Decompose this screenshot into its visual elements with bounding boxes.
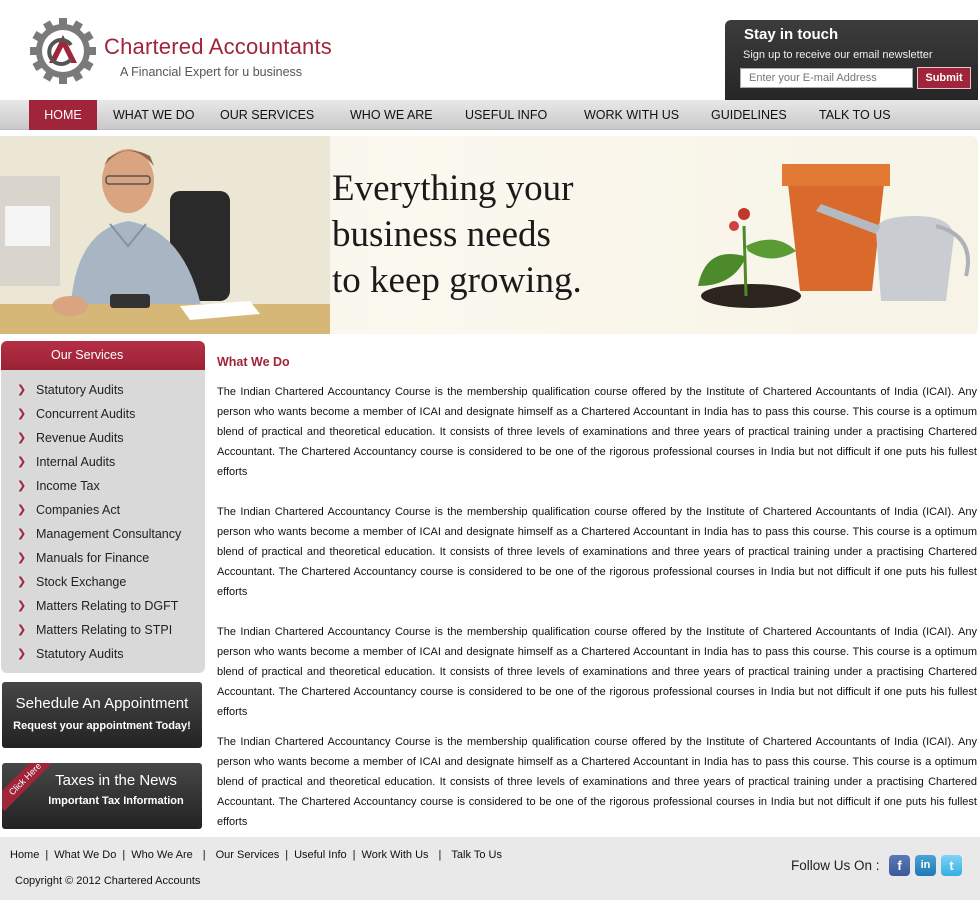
service-label: Management Consultancy [36, 527, 182, 541]
service-label: Manuals for Finance [36, 551, 150, 565]
brand-title: Chartered Accountants [104, 34, 333, 59]
main-nav: HOME WHAT WE DO OUR SERVICES WHO WE ARE … [0, 100, 980, 130]
logo[interactable]: Chartered Accountants A Financial Expert… [30, 18, 370, 88]
footer-separator: | [45, 849, 49, 861]
banner-line-3: to keep growing. [332, 260, 582, 301]
footer-separator: | [202, 849, 206, 861]
chevron-right-icon: ❯ [17, 432, 27, 444]
footer-links: Home | What We Do | Who We Are | Our Services |… [10, 849, 502, 861]
services-list: ❯ Statutory Audits ❯ Concurrent Audits ❯ Re… [1, 370, 205, 666]
tax-news-title: Taxes in the News [55, 772, 177, 789]
service-label: Companies Act [36, 503, 121, 517]
chevron-right-icon: ❯ [17, 576, 27, 588]
service-item[interactable]: ❯ Income Tax [1, 474, 205, 498]
content-paragraph: The Indian Chartered Accountancy Course … [217, 506, 977, 598]
gear-logo-icon [30, 18, 96, 84]
service-item[interactable]: ❯ Matters Relating to STPI [1, 618, 205, 642]
tax-news-button[interactable]: Click Here Taxes in the News Important T… [2, 763, 202, 829]
service-item[interactable]: ❯ Internal Audits [1, 450, 205, 474]
twitter-icon[interactable]: t [941, 855, 962, 876]
chevron-right-icon: ❯ [17, 504, 27, 516]
footer-link-home[interactable]: Home [10, 849, 39, 861]
service-item[interactable]: ❯ Manuals for Finance [1, 546, 205, 570]
service-label: Income Tax [36, 479, 100, 493]
footer-link-what-we-do[interactable]: What We Do [54, 849, 116, 861]
footer-link-useful-info[interactable]: Useful Info [294, 849, 347, 861]
footer-link-work-with-us[interactable]: Work With Us [362, 849, 429, 861]
service-label: Stock Exchange [36, 575, 127, 589]
nav-item-our-services[interactable]: OUR SERVICES [220, 100, 314, 130]
page-title: What We Do [217, 355, 290, 369]
hero-banner: Everything your business needs to keep g… [0, 136, 978, 334]
footer-separator: | [285, 849, 289, 861]
main-content: What We Do The Indian Chartered Accounta… [217, 355, 977, 828]
site-header: Chartered Accountants A Financial Expert… [0, 0, 980, 100]
service-item[interactable]: ❯ Stock Exchange [1, 570, 205, 594]
service-label: Internal Audits [36, 455, 116, 469]
nav-item-home[interactable]: HOME [29, 100, 97, 130]
appointment-button[interactable]: Sehedule An Appointment Request your app… [2, 682, 202, 748]
service-item[interactable]: ❯ Revenue Audits [1, 426, 205, 450]
follow-us-label: Follow Us On : [791, 858, 880, 873]
plant-and-pots-image [698, 164, 970, 308]
service-label: Matters Relating to STPI [36, 623, 173, 637]
chevron-right-icon: ❯ [17, 648, 27, 660]
banner-line-2: business needs [332, 214, 551, 255]
footer-link-who-we-are[interactable]: Who We Are [131, 849, 193, 861]
nav-item-guidelines[interactable]: GUIDELINES [711, 100, 787, 130]
service-label: Matters Relating to DGFT [36, 599, 179, 613]
chevron-right-icon: ❯ [17, 456, 27, 468]
service-label: Concurrent Audits [36, 407, 136, 421]
chevron-right-icon: ❯ [17, 384, 27, 396]
footer-separator: | [438, 849, 442, 861]
service-item[interactable]: ❯ Statutory Audits [1, 378, 205, 402]
brand-tagline: A Financial Expert for u business [120, 65, 303, 79]
service-item[interactable]: ❯ Management Consultancy [1, 522, 205, 546]
chevron-right-icon: ❯ [17, 624, 27, 636]
appointment-title: Sehedule An Appointment [15, 695, 189, 712]
appointment-subtitle: Request your appointment Today! [13, 720, 191, 732]
service-item[interactable]: ❯ Statutory Audits [1, 642, 205, 666]
accountant-photo [0, 136, 330, 334]
banner-line-1: Everything your [332, 168, 574, 209]
nav-item-who-we-are[interactable]: WHO WE ARE [350, 100, 433, 130]
chevron-right-icon: ❯ [17, 480, 27, 492]
chevron-right-icon: ❯ [17, 552, 27, 564]
content-paragraph: The Indian Chartered Accountancy Course … [217, 386, 977, 478]
linkedin-icon[interactable]: in [915, 855, 936, 876]
content-paragraph: The Indian Chartered Accountancy Course … [217, 626, 977, 718]
service-item[interactable]: ❯ Companies Act [1, 498, 205, 522]
service-label: Statutory Audits [36, 647, 124, 661]
footer-separator: | [122, 849, 126, 861]
email-field[interactable] [740, 68, 913, 88]
services-panel: Our Services ❯ Statutory Audits ❯ Concurre… [1, 341, 205, 673]
copyright-text: Copyright © 2012 Chartered Accounts [15, 875, 201, 887]
nav-item-talk-to-us[interactable]: TALK TO US [819, 100, 891, 130]
content-paragraph: The Indian Chartered Accountancy Course … [217, 736, 977, 828]
nav-item-what-we-do[interactable]: WHAT WE DO [113, 100, 194, 130]
site-footer: Home | What We Do | Who We Are | Our Services |… [0, 837, 980, 900]
footer-link-our-services[interactable]: Our Services [216, 849, 280, 861]
services-heading: Our Services [1, 341, 205, 370]
footer-link-talk-to-us[interactable]: Talk To Us [451, 849, 502, 861]
chevron-right-icon: ❯ [17, 528, 27, 540]
nav-item-work-with-us[interactable]: WORK WITH US [584, 100, 679, 130]
footer-separator: | [352, 849, 356, 861]
service-label: Revenue Audits [36, 431, 124, 445]
chevron-right-icon: ❯ [17, 408, 27, 420]
nav-item-useful-info[interactable]: USEFUL INFO [465, 100, 547, 130]
submit-button[interactable]: Submit [917, 67, 971, 89]
newsletter-panel: Stay in touch Sign up to receive our ema… [725, 20, 978, 100]
banner-headline: Everything your business needs to keep g… [332, 166, 582, 304]
chevron-right-icon: ❯ [17, 600, 27, 612]
service-item[interactable]: ❯ Concurrent Audits [1, 402, 205, 426]
service-item[interactable]: ❯ Matters Relating to DGFT [1, 594, 205, 618]
facebook-icon[interactable]: f [889, 855, 910, 876]
tax-news-subtitle: Important Tax Information [48, 795, 184, 807]
service-label: Statutory Audits [36, 383, 124, 397]
newsletter-subtitle: Sign up to receive our email newsletter [743, 49, 933, 61]
newsletter-title: Stay in touch [744, 26, 839, 43]
